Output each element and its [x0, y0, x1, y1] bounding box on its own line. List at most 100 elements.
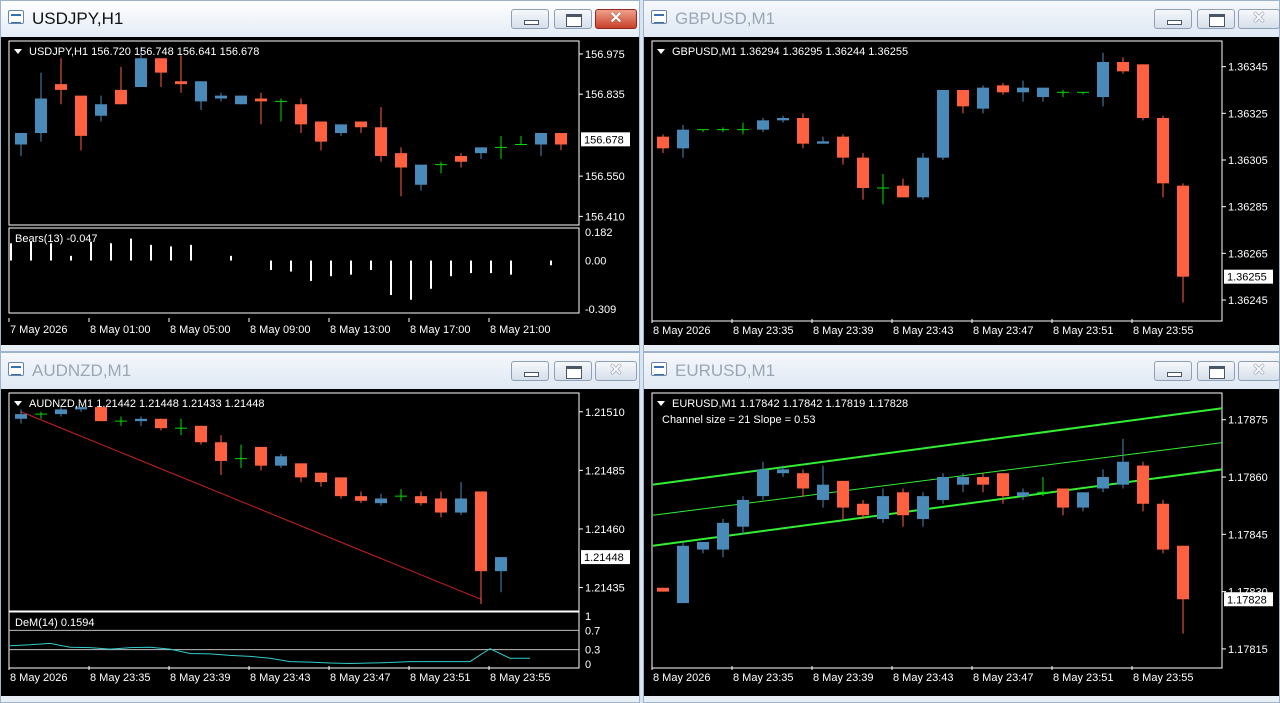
time-label: 8 May 23:35: [90, 672, 151, 684]
close-button[interactable]: ✕: [595, 9, 637, 29]
time-label: 8 May 13:00: [330, 324, 391, 336]
candle-body: [1037, 87, 1049, 97]
price-label: 1.21435: [585, 583, 625, 595]
window-gbpusd[interactable]: GBPUSD,M1 ✕ GBPUSD,M1 1.36294 1.36295 1.…: [643, 0, 1280, 352]
candle-body: [857, 157, 869, 188]
candle-body: [295, 104, 307, 125]
titlebar-audnzd[interactable]: AUDNZD,M1 ✕: [1, 353, 639, 389]
close-button[interactable]: ✕: [595, 361, 637, 381]
minimize-button[interactable]: [511, 9, 549, 29]
chart-eurusd[interactable]: EURUSD,M1 1.17842 1.17842 1.17819 1.1782…: [644, 389, 1279, 696]
time-label: 8 May 2026: [653, 325, 710, 337]
candle-body: [35, 98, 47, 133]
time-label: 8 May 23:35: [733, 325, 794, 337]
chart-audnzd[interactable]: AUDNZD,M1 1.21442 1.21448 1.21433 1.2144…: [1, 389, 639, 696]
maximize-icon: [566, 14, 582, 27]
price-label: 1.36325: [1228, 108, 1268, 120]
close-button[interactable]: ✕: [1238, 361, 1280, 381]
minimize-button[interactable]: [1154, 9, 1192, 29]
price-label: 1.17815: [1228, 644, 1268, 656]
candle-body: [55, 409, 67, 415]
time-label: 8 May 23:55: [1133, 672, 1194, 684]
titlebar-eurusd[interactable]: EURUSD,M1 ✕: [644, 353, 1280, 389]
indicator-level-label: 1: [585, 611, 591, 623]
close-button[interactable]: ✕: [1238, 9, 1280, 29]
current-price-label: 1.36255: [1227, 272, 1267, 284]
candle-body: [777, 469, 789, 474]
candle-body: [1097, 62, 1109, 97]
price-label: 1.36285: [1228, 202, 1268, 214]
candle-body: [957, 90, 969, 107]
time-label: 8 May 2026: [10, 672, 67, 684]
window-eurusd[interactable]: EURUSD,M1 ✕ EURUSD,M1 1.17842 1.17842 1.…: [643, 352, 1280, 703]
candle-body: [335, 124, 347, 133]
candle-body: [415, 496, 427, 504]
candle-body: [135, 58, 147, 87]
minimize-icon: [1167, 372, 1182, 377]
indicator-label: Bears(13) -0.047: [15, 233, 98, 245]
maximize-button[interactable]: [554, 361, 592, 381]
price-label: 1.21510: [585, 407, 625, 419]
current-price-label: 156.678: [584, 134, 624, 146]
price-label: 1.36305: [1228, 155, 1268, 167]
candle-body: [977, 87, 989, 109]
window-title: AUDNZD,M1: [32, 361, 132, 380]
maximize-button[interactable]: [1197, 361, 1235, 381]
candle-body: [15, 133, 27, 145]
maximize-button[interactable]: [554, 9, 592, 29]
price-label: 156.550: [585, 171, 625, 183]
time-label: 8 May 23:43: [893, 672, 954, 684]
close-icon: ✕: [1252, 10, 1266, 27]
time-label: 8 May 23:47: [973, 325, 1034, 337]
candle-body: [1017, 87, 1029, 93]
window-audnzd[interactable]: AUDNZD,M1 ✕ AUDNZD,M1 1.21442 1.21448 1.…: [0, 352, 640, 703]
candle-body: [917, 496, 929, 520]
time-label: 8 May 05:00: [170, 324, 231, 336]
candle-body: [1117, 62, 1129, 72]
candle-body: [837, 136, 849, 158]
candle-body: [475, 147, 487, 154]
close-icon: ✕: [609, 10, 623, 27]
chart-window-icon: [8, 10, 24, 24]
titlebar-usdjpy[interactable]: USDJPY,H1 ✕: [1, 1, 639, 37]
candle-body: [555, 133, 567, 145]
titlebar-gbpusd[interactable]: GBPUSD,M1 ✕: [644, 1, 1280, 37]
chart-gbpusd[interactable]: GBPUSD,M1 1.36294 1.36295 1.36244 1.3625…: [644, 37, 1279, 345]
time-label: 8 May 21:00: [490, 324, 551, 336]
time-label: 8 May 23:47: [973, 672, 1034, 684]
chart-usdjpy[interactable]: USDJPY,H1 156.720 156.748 156.641 156.67…: [1, 37, 639, 345]
candle-body: [657, 136, 669, 149]
candle-body: [295, 463, 307, 478]
candle-body: [435, 498, 447, 513]
maximize-button[interactable]: [1197, 9, 1235, 29]
candle-body: [917, 157, 929, 198]
indicator-level-label: -0.309: [585, 304, 616, 316]
candle-body: [195, 81, 207, 102]
time-label: 8 May 23:39: [813, 672, 874, 684]
candle-body: [1177, 185, 1189, 277]
window-usdjpy[interactable]: USDJPY,H1 ✕ USDJPY,H1 156.720 156.748 15…: [0, 0, 640, 352]
candle-body: [215, 442, 227, 461]
time-label: 8 May 23:55: [1133, 325, 1194, 337]
candle-body: [897, 492, 909, 516]
chart-header: GBPUSD,M1 1.36294 1.36295 1.36244 1.3625…: [672, 46, 908, 58]
window-title: USDJPY,H1: [32, 9, 124, 28]
minimize-button[interactable]: [511, 361, 549, 381]
minimize-button[interactable]: [1154, 361, 1192, 381]
candle-body: [55, 84, 67, 90]
candle-body: [777, 118, 789, 121]
price-label: 1.36345: [1228, 62, 1268, 74]
candle-body: [275, 456, 287, 466]
candle-body: [937, 477, 949, 500]
candle-body: [115, 89, 127, 105]
time-label: 8 May 09:00: [250, 324, 311, 336]
chart-header: EURUSD,M1 1.17842 1.17842 1.17819 1.1782…: [672, 398, 908, 410]
candle-body: [677, 129, 689, 149]
candle-body: [797, 473, 809, 489]
chart-background: [1, 37, 639, 345]
minimize-icon: [524, 20, 539, 25]
minimize-icon: [524, 372, 539, 377]
price-label: 1.36245: [1228, 295, 1268, 307]
candle-body: [1157, 503, 1169, 550]
close-icon: ✕: [1252, 362, 1266, 379]
